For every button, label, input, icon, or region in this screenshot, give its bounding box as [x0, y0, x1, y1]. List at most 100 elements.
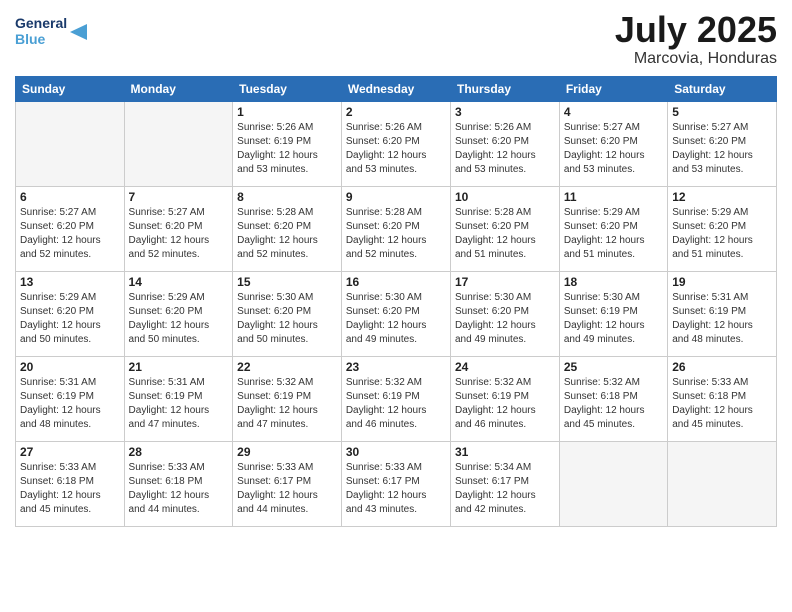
day-info: Sunrise: 5:30 AM Sunset: 6:20 PM Dayligh…	[455, 291, 555, 347]
header: General Blue July 2025 Marcovia, Hondura…	[15, 10, 777, 68]
day-number: 31	[455, 445, 555, 459]
week-row-5: 27Sunrise: 5:33 AM Sunset: 6:18 PM Dayli…	[16, 441, 777, 526]
header-sunday: Sunday	[16, 76, 125, 101]
day-info: Sunrise: 5:28 AM Sunset: 6:20 PM Dayligh…	[346, 206, 446, 262]
day-info: Sunrise: 5:32 AM Sunset: 6:19 PM Dayligh…	[455, 376, 555, 432]
calendar-cell: 10 Sunrise: 5:28 AM Sunset: 6:20 PM Dayli…	[451, 186, 560, 271]
day-number: 19	[672, 275, 772, 289]
day-number: 5	[672, 105, 772, 119]
calendar-cell	[124, 101, 233, 186]
calendar-header-row: Sunday Monday Tuesday Wednesday Thursday…	[16, 76, 777, 101]
calendar-cell: 2Sunrise: 5:26 AM Sunset: 6:20 PM Daylig…	[341, 101, 450, 186]
header-friday: Friday	[559, 76, 667, 101]
day-number: 25	[564, 360, 663, 374]
day-info: Sunrise: 5:28 AM Sunset: 6:20 PM Dayligh…	[237, 206, 337, 262]
calendar-cell: 17Sunrise: 5:30 AM Sunset: 6:20 PM Dayli…	[451, 271, 560, 356]
day-info: Sunrise: 5:30 AM Sunset: 6:20 PM Dayligh…	[237, 291, 337, 347]
header-monday: Monday	[124, 76, 233, 101]
day-info: Sunrise: 5:27 AM Sunset: 6:20 PM Dayligh…	[564, 121, 663, 177]
day-number: 2	[346, 105, 446, 119]
day-info: Sunrise: 5:29 AM Sunset: 6:20 PM Dayligh…	[564, 206, 663, 262]
day-number: 16	[346, 275, 446, 289]
calendar-cell: 5Sunrise: 5:27 AM Sunset: 6:20 PM Daylig…	[668, 101, 777, 186]
day-info: Sunrise: 5:34 AM Sunset: 6:17 PM Dayligh…	[455, 461, 555, 517]
day-info: Sunrise: 5:29 AM Sunset: 6:20 PM Dayligh…	[129, 291, 229, 347]
day-info: Sunrise: 5:27 AM Sunset: 6:20 PM Dayligh…	[20, 206, 120, 262]
day-number: 14	[129, 275, 229, 289]
day-info: Sunrise: 5:30 AM Sunset: 6:19 PM Dayligh…	[564, 291, 663, 347]
calendar-cell: 21Sunrise: 5:31 AM Sunset: 6:19 PM Dayli…	[124, 356, 233, 441]
calendar-cell: 15 Sunrise: 5:30 AM Sunset: 6:20 PM Dayli…	[233, 271, 342, 356]
svg-text:Blue: Blue	[15, 31, 46, 47]
calendar-cell: 9 Sunrise: 5:28 AM Sunset: 6:20 PM Daylig…	[341, 186, 450, 271]
day-info: Sunrise: 5:32 AM Sunset: 6:19 PM Dayligh…	[346, 376, 446, 432]
day-number: 20	[20, 360, 120, 374]
header-tuesday: Tuesday	[233, 76, 342, 101]
day-number: 13	[20, 275, 120, 289]
day-number: 10	[455, 190, 555, 204]
week-row-3: 13 Sunrise: 5:29 AM Sunset: 6:20 PM Dayli…	[16, 271, 777, 356]
svg-text:General: General	[15, 15, 67, 31]
header-saturday: Saturday	[668, 76, 777, 101]
calendar-cell: 1 Sunrise: 5:26 AM Sunset: 6:19 PM Daylig…	[233, 101, 342, 186]
day-info: Sunrise: 5:33 AM Sunset: 6:18 PM Dayligh…	[672, 376, 772, 432]
calendar-cell: 7 Sunrise: 5:27 AM Sunset: 6:20 PM Daylig…	[124, 186, 233, 271]
calendar-cell: 29 Sunrise: 5:33 AM Sunset: 6:17 PM Dayli…	[233, 441, 342, 526]
day-info: Sunrise: 5:29 AM Sunset: 6:20 PM Dayligh…	[672, 206, 772, 262]
day-number: 6	[20, 190, 120, 204]
day-number: 4	[564, 105, 663, 119]
day-info: Sunrise: 5:29 AM Sunset: 6:20 PM Dayligh…	[20, 291, 120, 347]
calendar-cell: 14 Sunrise: 5:29 AM Sunset: 6:20 PM Dayli…	[124, 271, 233, 356]
calendar-cell: 6 Sunrise: 5:27 AM Sunset: 6:20 PM Daylig…	[16, 186, 125, 271]
day-info: Sunrise: 5:33 AM Sunset: 6:18 PM Dayligh…	[20, 461, 120, 517]
day-number: 3	[455, 105, 555, 119]
day-info: Sunrise: 5:26 AM Sunset: 6:19 PM Dayligh…	[237, 121, 337, 177]
day-number: 18	[564, 275, 663, 289]
month-title: July 2025	[615, 10, 777, 50]
calendar-cell: 12Sunrise: 5:29 AM Sunset: 6:20 PM Dayli…	[668, 186, 777, 271]
day-number: 15	[237, 275, 337, 289]
location: Marcovia, Honduras	[615, 50, 777, 68]
day-info: Sunrise: 5:31 AM Sunset: 6:19 PM Dayligh…	[672, 291, 772, 347]
logo: General Blue	[15, 10, 95, 48]
calendar-cell	[559, 441, 667, 526]
day-info: Sunrise: 5:28 AM Sunset: 6:20 PM Dayligh…	[455, 206, 555, 262]
day-number: 29	[237, 445, 337, 459]
day-info: Sunrise: 5:31 AM Sunset: 6:19 PM Dayligh…	[129, 376, 229, 432]
calendar-cell	[668, 441, 777, 526]
calendar-cell: 19 Sunrise: 5:31 AM Sunset: 6:19 PM Dayli…	[668, 271, 777, 356]
calendar-cell: 13 Sunrise: 5:29 AM Sunset: 6:20 PM Dayli…	[16, 271, 125, 356]
calendar-cell: 18 Sunrise: 5:30 AM Sunset: 6:19 PM Dayli…	[559, 271, 667, 356]
calendar-cell: 23 Sunrise: 5:32 AM Sunset: 6:19 PM Dayli…	[341, 356, 450, 441]
calendar-cell: 20 Sunrise: 5:31 AM Sunset: 6:19 PM Dayli…	[16, 356, 125, 441]
calendar-cell: 11Sunrise: 5:29 AM Sunset: 6:20 PM Dayli…	[559, 186, 667, 271]
calendar-cell: 22Sunrise: 5:32 AM Sunset: 6:19 PM Dayli…	[233, 356, 342, 441]
day-info: Sunrise: 5:26 AM Sunset: 6:20 PM Dayligh…	[455, 121, 555, 177]
day-info: Sunrise: 5:33 AM Sunset: 6:18 PM Dayligh…	[129, 461, 229, 517]
day-number: 24	[455, 360, 555, 374]
calendar-cell: 27Sunrise: 5:33 AM Sunset: 6:18 PM Dayli…	[16, 441, 125, 526]
day-info: Sunrise: 5:30 AM Sunset: 6:20 PM Dayligh…	[346, 291, 446, 347]
day-info: Sunrise: 5:33 AM Sunset: 6:17 PM Dayligh…	[346, 461, 446, 517]
calendar-cell: 3 Sunrise: 5:26 AM Sunset: 6:20 PM Daylig…	[451, 101, 560, 186]
week-row-4: 20 Sunrise: 5:31 AM Sunset: 6:19 PM Dayli…	[16, 356, 777, 441]
page: General Blue July 2025 Marcovia, Hondura…	[0, 0, 792, 612]
day-info: Sunrise: 5:33 AM Sunset: 6:17 PM Dayligh…	[237, 461, 337, 517]
week-row-2: 6 Sunrise: 5:27 AM Sunset: 6:20 PM Daylig…	[16, 186, 777, 271]
day-number: 9	[346, 190, 446, 204]
day-number: 28	[129, 445, 229, 459]
week-row-1: 1 Sunrise: 5:26 AM Sunset: 6:19 PM Daylig…	[16, 101, 777, 186]
day-info: Sunrise: 5:32 AM Sunset: 6:18 PM Dayligh…	[564, 376, 663, 432]
calendar-cell: 31 Sunrise: 5:34 AM Sunset: 6:17 PM Dayli…	[451, 441, 560, 526]
calendar-cell: 26Sunrise: 5:33 AM Sunset: 6:18 PM Dayli…	[668, 356, 777, 441]
day-number: 7	[129, 190, 229, 204]
calendar-cell: 4 Sunrise: 5:27 AM Sunset: 6:20 PM Daylig…	[559, 101, 667, 186]
calendar-cell: 24 Sunrise: 5:32 AM Sunset: 6:19 PM Dayli…	[451, 356, 560, 441]
day-info: Sunrise: 5:27 AM Sunset: 6:20 PM Dayligh…	[129, 206, 229, 262]
day-info: Sunrise: 5:31 AM Sunset: 6:19 PM Dayligh…	[20, 376, 120, 432]
day-number: 23	[346, 360, 446, 374]
day-number: 1	[237, 105, 337, 119]
header-wednesday: Wednesday	[341, 76, 450, 101]
calendar-cell: 25 Sunrise: 5:32 AM Sunset: 6:18 PM Dayli…	[559, 356, 667, 441]
title-block: July 2025 Marcovia, Honduras	[615, 10, 777, 68]
